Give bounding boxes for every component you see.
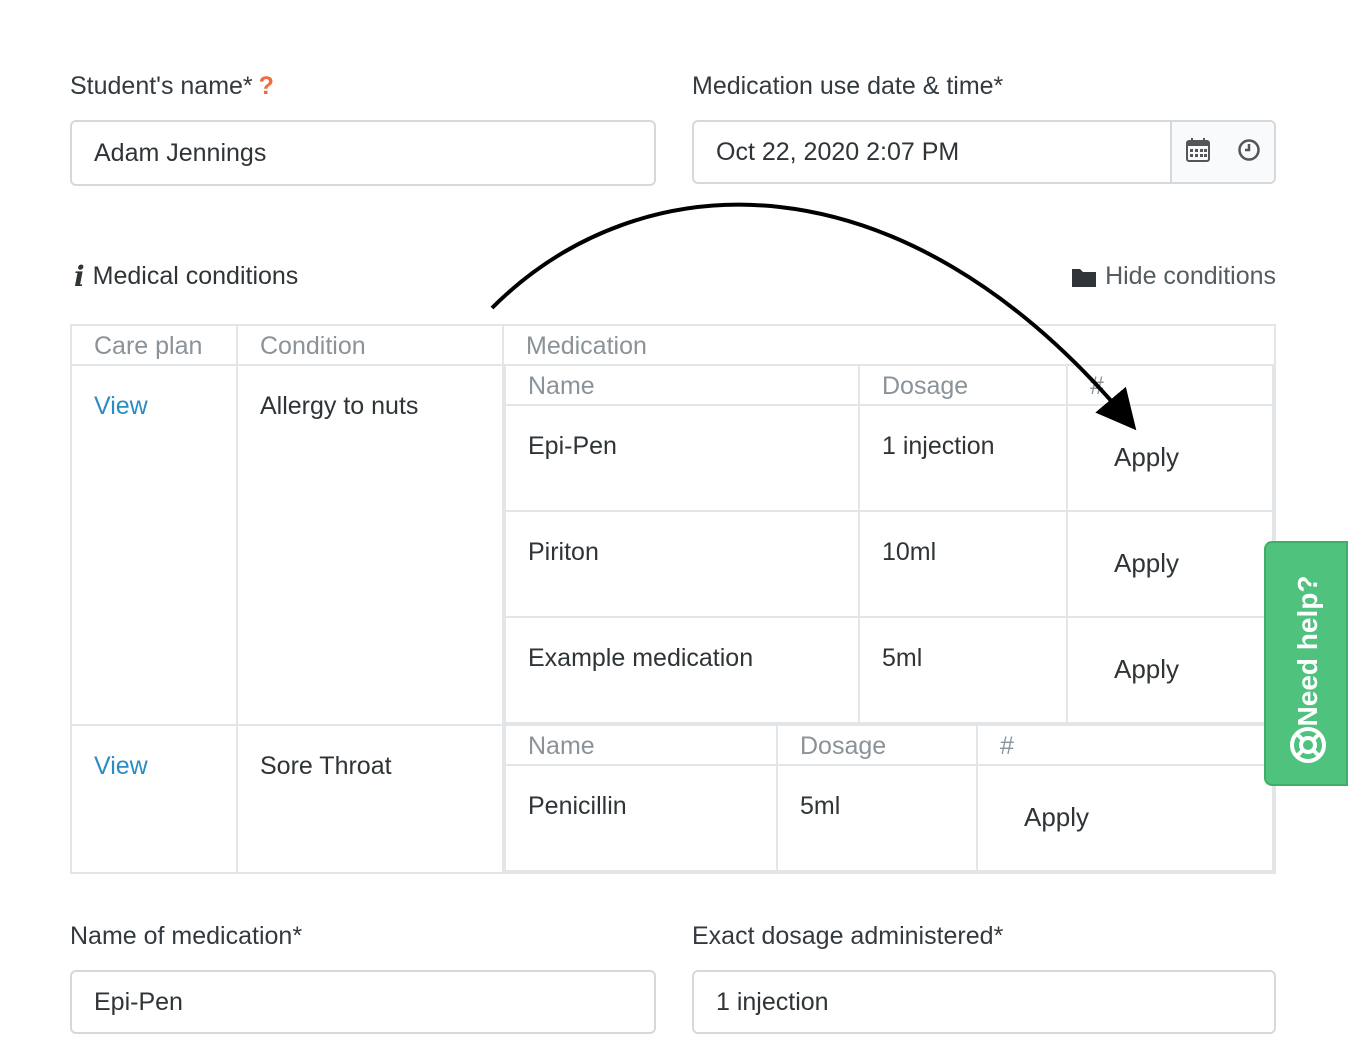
view-care-plan-link[interactable]: View	[94, 752, 148, 780]
lifebuoy-icon	[1288, 725, 1328, 770]
student-name-input[interactable]: Adam Jennings	[70, 120, 656, 186]
apply-button[interactable]: Apply	[1114, 654, 1179, 684]
hide-conditions-label: Hide conditions	[1105, 262, 1276, 290]
med-dosage-cell: 5ml	[776, 764, 978, 872]
med-header-name: Name	[504, 724, 778, 766]
medication-name-label: Name of medication*	[70, 922, 303, 950]
header-condition: Condition	[236, 324, 504, 366]
med-dosage-cell: 5ml	[858, 616, 1068, 724]
dosage-input[interactable]: 1 injection	[692, 970, 1276, 1034]
datetime-field: Oct 22, 2020 2:07 PM	[692, 120, 1276, 184]
med-header-hash: #	[1066, 364, 1274, 406]
med-name-cell: Epi-Pen	[504, 404, 860, 512]
medical-conditions-title: Medical conditions	[92, 262, 299, 290]
folder-icon	[1071, 266, 1097, 288]
datetime-input[interactable]: Oct 22, 2020 2:07 PM	[694, 122, 1170, 182]
medication-name-input[interactable]: Epi-Pen	[70, 970, 656, 1034]
datetime-buttons	[1170, 122, 1274, 182]
apply-button[interactable]: Apply	[1114, 442, 1179, 472]
med-action-cell: Apply	[1066, 616, 1274, 724]
med-header-dosage: Dosage	[776, 724, 978, 766]
med-dosage-cell: 1 injection	[858, 404, 1068, 512]
table-row: View	[70, 364, 238, 726]
med-dosage-cell: 10ml	[858, 510, 1068, 618]
view-care-plan-link[interactable]: View	[94, 392, 148, 420]
apply-button[interactable]: Apply	[1024, 802, 1089, 832]
condition-cell: Sore Throat	[236, 724, 504, 874]
med-header-name: Name	[504, 364, 860, 406]
header-care-plan: Care plan	[70, 324, 238, 366]
header-medication: Medication	[502, 324, 1276, 366]
med-header-hash: #	[976, 724, 1274, 766]
med-action-cell: Apply	[1066, 510, 1274, 618]
apply-button[interactable]: Apply	[1114, 548, 1179, 578]
table-row: View	[70, 724, 238, 874]
need-help-widget[interactable]: Need help?	[1264, 541, 1348, 786]
help-icon[interactable]: ?	[259, 72, 274, 100]
dosage-label: Exact dosage administered*	[692, 922, 1004, 950]
clock-icon[interactable]	[1237, 138, 1261, 167]
med-name-cell: Example medication	[504, 616, 860, 724]
med-header-dosage: Dosage	[858, 364, 1068, 406]
med-name-cell: Piriton	[504, 510, 860, 618]
need-help-label: Need help?	[1292, 575, 1323, 727]
info-icon: i	[74, 260, 85, 293]
medical-conditions-heading: i Medical conditions	[74, 260, 298, 293]
hide-conditions-link[interactable]: Hide conditions	[1071, 262, 1276, 291]
med-action-cell: Apply	[976, 764, 1274, 872]
datetime-label: Medication use date & time*	[692, 72, 1004, 100]
med-action-cell: Apply	[1066, 404, 1274, 512]
med-name-cell: Penicillin	[504, 764, 778, 872]
student-name-label-text: Student's name*	[70, 72, 253, 100]
condition-cell: Allergy to nuts	[236, 364, 504, 726]
student-name-label: Student's name*?	[70, 72, 274, 101]
calendar-icon[interactable]	[1185, 137, 1211, 168]
